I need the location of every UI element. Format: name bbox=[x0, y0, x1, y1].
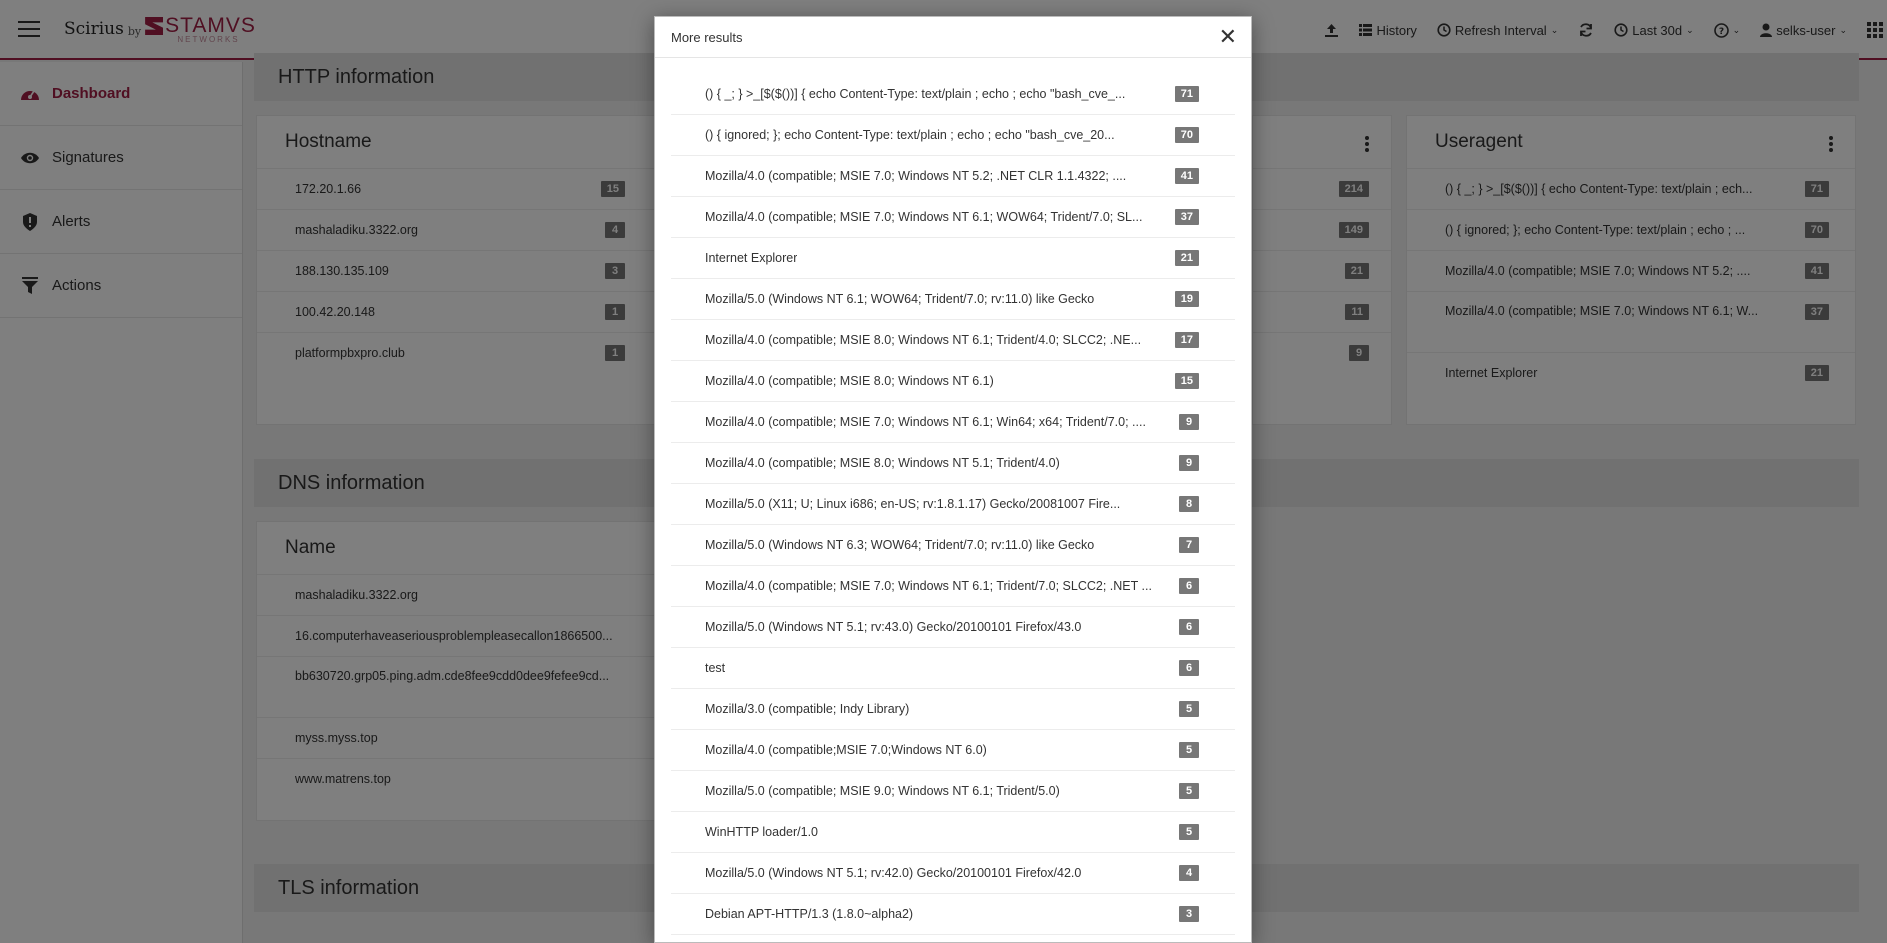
list-item[interactable]: Mozilla/5.0 (Windows NT 6.1; WOW64; Trid… bbox=[671, 279, 1235, 320]
count-badge: 7 bbox=[1179, 537, 1199, 553]
count-badge: 5 bbox=[1179, 824, 1199, 840]
list-item[interactable]: Debian APT-HTTP/1.3 (1.8.0~alpha2) 3 bbox=[671, 894, 1235, 935]
useragent-value: Mozilla/5.0 (Windows NT 6.1; WOW64; Trid… bbox=[705, 292, 1095, 306]
count-badge: 15 bbox=[1174, 373, 1199, 389]
list-item[interactable]: Mozilla/5.0 (Windows NT 5.1; rv:42.0) Ge… bbox=[671, 853, 1235, 894]
list-item[interactable]: Mozilla/3.0 (compatible; Indy Library) 5 bbox=[671, 689, 1235, 730]
count-badge: 9 bbox=[1179, 414, 1199, 430]
close-icon[interactable]: ✕ bbox=[1219, 26, 1237, 48]
useragent-value: Internet Explorer bbox=[705, 251, 798, 265]
useragent-value: Mozilla/4.0 (compatible; MSIE 7.0; Windo… bbox=[705, 579, 1152, 593]
count-badge: 5 bbox=[1179, 783, 1199, 799]
useragent-value: Mozilla/5.0 (Windows NT 5.1; rv:42.0) Ge… bbox=[705, 866, 1082, 880]
list-item[interactable]: Mozilla/4.0 (compatible; MSIE 7.0; Windo… bbox=[671, 156, 1235, 197]
list-item[interactable]: Mozilla/5.0 (Windows NT 6.3; WOW64; Trid… bbox=[671, 525, 1235, 566]
count-badge: 6 bbox=[1179, 578, 1199, 594]
count-badge: 8 bbox=[1179, 496, 1199, 512]
modal-results-list: () { _; } >_[$($())] { echo Content-Type… bbox=[655, 58, 1251, 935]
list-item[interactable]: () { ignored; }; echo Content-Type: text… bbox=[671, 115, 1235, 156]
useragent-value: Mozilla/4.0 (compatible; MSIE 8.0; Windo… bbox=[705, 374, 994, 388]
list-item[interactable]: Mozilla/4.0 (compatible; MSIE 7.0; Windo… bbox=[671, 566, 1235, 607]
list-item[interactable]: test 6 bbox=[671, 648, 1235, 689]
count-badge: 6 bbox=[1179, 660, 1199, 676]
list-item[interactable]: Mozilla/5.0 (X11; U; Linux i686; en-US; … bbox=[671, 484, 1235, 525]
useragent-value: () { _; } >_[$($())] { echo Content-Type… bbox=[705, 87, 1126, 101]
modal-title: More results bbox=[671, 29, 743, 45]
count-badge: 19 bbox=[1174, 291, 1199, 307]
useragent-value: Mozilla/4.0 (compatible; MSIE 7.0; Windo… bbox=[705, 415, 1146, 429]
count-badge: 4 bbox=[1179, 865, 1199, 881]
useragent-value: Mozilla/5.0 (X11; U; Linux i686; en-US; … bbox=[705, 497, 1121, 511]
useragent-value: Mozilla/4.0 (compatible; MSIE 8.0; Windo… bbox=[705, 456, 1060, 470]
count-badge: 21 bbox=[1174, 250, 1199, 266]
count-badge: 70 bbox=[1174, 127, 1199, 143]
useragent-value: Mozilla/4.0 (compatible;MSIE 7.0;Windows… bbox=[705, 743, 987, 757]
useragent-value: () { ignored; }; echo Content-Type: text… bbox=[705, 128, 1115, 142]
useragent-value: test bbox=[705, 661, 726, 675]
useragent-value: Mozilla/4.0 (compatible; MSIE 7.0; Windo… bbox=[705, 210, 1143, 224]
count-badge: 5 bbox=[1179, 742, 1199, 758]
count-badge: 3 bbox=[1179, 906, 1199, 922]
count-badge: 41 bbox=[1174, 168, 1199, 184]
list-item[interactable]: Mozilla/5.0 (Windows NT 5.1; rv:43.0) Ge… bbox=[671, 607, 1235, 648]
list-item[interactable]: Mozilla/4.0 (compatible; MSIE 7.0; Windo… bbox=[671, 402, 1235, 443]
useragent-value: Mozilla/4.0 (compatible; MSIE 8.0; Windo… bbox=[705, 333, 1142, 347]
count-badge: 71 bbox=[1174, 86, 1199, 102]
list-item[interactable]: Mozilla/4.0 (compatible;MSIE 7.0;Windows… bbox=[671, 730, 1235, 771]
count-badge: 6 bbox=[1179, 619, 1199, 635]
useragent-value: Mozilla/3.0 (compatible; Indy Library) bbox=[705, 702, 910, 716]
list-item[interactable]: Mozilla/4.0 (compatible; MSIE 8.0; Windo… bbox=[671, 443, 1235, 484]
useragent-value: Mozilla/5.0 (Windows NT 5.1; rv:43.0) Ge… bbox=[705, 620, 1082, 634]
list-item[interactable]: Mozilla/4.0 (compatible; MSIE 7.0; Windo… bbox=[671, 197, 1235, 238]
useragent-value: WinHTTP loader/1.0 bbox=[705, 825, 819, 839]
list-item[interactable]: () { _; } >_[$($())] { echo Content-Type… bbox=[671, 74, 1235, 115]
count-badge: 17 bbox=[1174, 332, 1199, 348]
count-badge: 5 bbox=[1179, 701, 1199, 717]
more-results-modal: More results ✕ () { _; } >_[$($())] { ec… bbox=[654, 16, 1252, 943]
list-item[interactable]: Mozilla/5.0 (compatible; MSIE 9.0; Windo… bbox=[671, 771, 1235, 812]
count-badge: 9 bbox=[1179, 455, 1199, 471]
list-item[interactable]: Mozilla/4.0 (compatible; MSIE 8.0; Windo… bbox=[671, 320, 1235, 361]
useragent-value: Mozilla/4.0 (compatible; MSIE 7.0; Windo… bbox=[705, 169, 1127, 183]
useragent-value: Mozilla/5.0 (compatible; MSIE 9.0; Windo… bbox=[705, 784, 1060, 798]
useragent-value: Debian APT-HTTP/1.3 (1.8.0~alpha2) bbox=[705, 907, 914, 921]
useragent-value: Mozilla/5.0 (Windows NT 6.3; WOW64; Trid… bbox=[705, 538, 1095, 552]
list-item[interactable]: Mozilla/4.0 (compatible; MSIE 8.0; Windo… bbox=[671, 361, 1235, 402]
list-item[interactable]: WinHTTP loader/1.0 5 bbox=[671, 812, 1235, 853]
count-badge: 37 bbox=[1174, 209, 1199, 225]
list-item[interactable]: Internet Explorer 21 bbox=[671, 238, 1235, 279]
